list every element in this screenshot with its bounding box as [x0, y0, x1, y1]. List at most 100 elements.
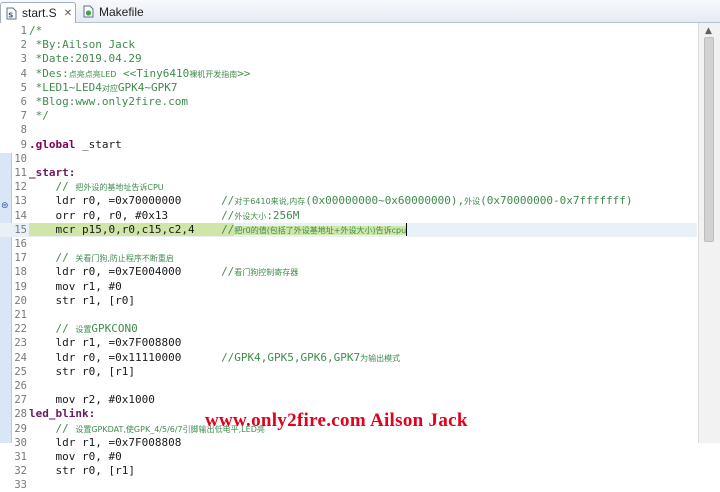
code-line[interactable]: 25 str r0, [r1] [0, 365, 697, 379]
code-line[interactable]: 7 */ [0, 109, 697, 123]
code-line[interactable]: 19 mov r1, #0 [0, 280, 697, 294]
code-line[interactable]: 6 *Blog:www.only2fire.com [0, 95, 697, 109]
code-text: *Blog:www.only2fire.com [29, 95, 188, 109]
code-line[interactable]: 32 str r0, [r1] [0, 464, 697, 478]
code-line[interactable]: 14 orr r0, r0, #0x13 //外设大小:256M [0, 209, 697, 223]
code-line[interactable]: 16 [0, 237, 697, 251]
code-line[interactable]: 22 // 设置GPKCON0 [0, 322, 697, 336]
code-text: mov r1, #0 [29, 280, 121, 294]
code-line[interactable]: 12 // 把外设的基地址告诉CPU [0, 180, 697, 194]
assembly-file-icon: S [6, 7, 17, 19]
code-text: // 设置GPKCON0 [29, 322, 138, 337]
code-text: orr r0, r0, #0x13 //外设大小:256M [29, 209, 299, 224]
code-token: /* [29, 24, 43, 37]
line-number: 9 [20, 138, 27, 151]
code-text: mcr p15,0,r0,c15,c2,4 //把r0的值(包括了外设基地址+外… [29, 222, 408, 238]
code-token: GPKCON0 [91, 322, 138, 336]
code-token: *LED1~LED4 [29, 80, 102, 94]
code-line[interactable]: 24 ldr r0, =0x11110000 //GPK4,GPK5,GPK6,… [0, 351, 697, 365]
line-number: 1 [20, 25, 27, 37]
code-token: //GPK4,GPK5,GPK6,GPK7 [221, 350, 361, 364]
watermark-text: www.only2fire.com Ailson Jack [205, 410, 468, 431]
code-text: str r1, [r0] [29, 293, 135, 308]
code-line[interactable]: 11 _start: [0, 166, 697, 180]
vertical-scrollbar[interactable]: ▲ [698, 23, 720, 443]
line-number: 22 [14, 323, 27, 336]
code-token: 点亮点亮LED [68, 69, 117, 79]
line-number: 17 [14, 252, 27, 265]
code-token: // [29, 322, 76, 336]
code-token: ldr r1, =0x7F008800 [29, 336, 182, 350]
code-line[interactable]: 5 *LED1~LED4对应GPK4~GPK7 [0, 81, 697, 95]
code-line[interactable]: 8 [0, 123, 697, 137]
text-caret [406, 222, 408, 236]
code-token: _start: [29, 166, 76, 179]
code-token: str r0, [r1] [29, 364, 135, 378]
code-token: // [221, 194, 235, 208]
code-line[interactable]: 21 [0, 308, 697, 322]
line-number: 3 [20, 53, 27, 66]
code-line[interactable]: 26 [0, 379, 697, 393]
scrollbar-thumb[interactable] [704, 37, 714, 242]
tab-start-s[interactable]: S start.S ✕ [0, 2, 76, 23]
code-token: 为输出模式 [360, 353, 401, 363]
code-token: (0x70000000-0x7fffffff) [480, 194, 633, 208]
line-number: 25 [14, 365, 27, 378]
code-line[interactable]: 1/* [0, 24, 697, 38]
line-number: 16 [14, 238, 27, 250]
line-number: 13 [14, 195, 27, 208]
scroll-up-icon[interactable]: ▲ [705, 26, 712, 36]
code-line[interactable]: 10 [0, 152, 697, 166]
line-number: 28 [14, 408, 27, 421]
tab-makefile[interactable]: Makefile [78, 2, 148, 21]
code-text: ldr r0, =0x11110000 //GPK4,GPK5,GPK6,GPK… [29, 351, 400, 366]
code-token: 把外设的基地址告诉CPU [75, 183, 164, 193]
code-line[interactable]: 13 ldr r0, =0x70000000 //对于6410来说,内存(0x0… [0, 194, 697, 208]
code-text: /* [29, 24, 42, 38]
code-text: *LED1~LED4对应GPK4~GPK7 [29, 80, 178, 96]
line-number: 7 [20, 110, 27, 123]
code-line[interactable]: 2 *By:Ailson Jack [0, 38, 697, 52]
code-token: .global [29, 137, 76, 151]
code-line[interactable]: 23 ldr r1, =0x7F008800 [0, 336, 697, 350]
code-token: mcr p15,0,r0,c15,c2,4 [29, 222, 222, 236]
code-line[interactable]: 18 ldr r0, =0x7E004000 //看门狗控制寄存器 [0, 265, 697, 279]
line-number: 4 [20, 67, 27, 80]
line-number: 18 [14, 266, 27, 279]
code-token: 外设 [464, 197, 481, 207]
code-line[interactable]: 9 .global _start [0, 138, 697, 152]
code-token: 设置 [75, 325, 92, 335]
close-icon[interactable]: ✕ [64, 8, 72, 19]
code-line[interactable]: 33 [0, 478, 697, 492]
svg-text:S: S [8, 11, 13, 19]
code-text: str r0, [r1] [29, 364, 135, 379]
code-text: mov r0, #0 [29, 450, 121, 464]
code-token: str r0, [r1] [29, 464, 135, 478]
code-text: ldr r0, =0x70000000 //对于6410来说,内存(0x0000… [29, 194, 633, 209]
code-token: */ [29, 109, 49, 123]
code-text: ldr r0, =0x7E004000 //看门狗控制寄存器 [29, 265, 298, 280]
line-number: 10 [14, 152, 27, 165]
code-token: 对应 [101, 83, 118, 93]
code-line-current[interactable]: 15 mcr p15,0,r0,c15,c2,4 //把r0的值(包括了外设基地… [0, 222, 697, 238]
code-line[interactable]: 4 *Des:点亮点亮LED <<Tiny6410裸机开发指南>> [0, 67, 697, 81]
code-text: // 把外设的基地址告诉CPU [29, 180, 164, 195]
code-line[interactable]: 20 str r1, [r0] [0, 294, 697, 308]
line-number: 27 [14, 394, 27, 407]
code-token: *By:Ailson Jack [29, 38, 135, 52]
line-number: 15 [14, 223, 27, 236]
code-token: // [29, 421, 76, 435]
code-line[interactable]: 31 mov r0, #0 [0, 450, 697, 464]
code-editor[interactable]: ⊜ 1/* 2 *By:Ailson Jack 3 *Date:2019.04.29… [0, 23, 720, 491]
editor-tab-bar: S start.S ✕ Makefile [0, 0, 720, 23]
code-line[interactable]: 3 *Date:2019.04.29 [0, 52, 697, 66]
code-line[interactable]: 17 // 关看门狗,防止程序不断重启 [0, 251, 697, 265]
line-number: 19 [14, 280, 27, 293]
line-number: 11 [14, 167, 27, 179]
line-number: 23 [14, 337, 27, 350]
code-token: ldr r0, =0x11110000 [29, 350, 222, 364]
line-number: 24 [14, 351, 27, 364]
line-number: 33 [14, 479, 27, 492]
code-token: str r1, [r0] [29, 293, 135, 307]
code-line[interactable]: 27 mov r2, #0x1000 [0, 393, 697, 407]
